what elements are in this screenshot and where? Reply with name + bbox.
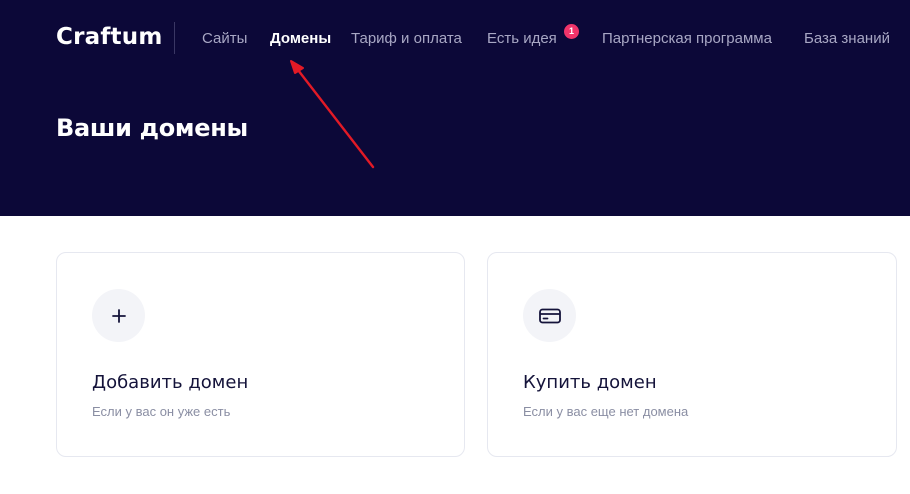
- add-domain-card[interactable]: Добавить домен Если у вас он уже есть: [56, 252, 465, 457]
- logo[interactable]: Craftum: [56, 24, 162, 50]
- page-title: Ваши домены: [56, 114, 248, 142]
- add-domain-title: Добавить домен: [92, 372, 249, 393]
- credit-card-icon: [538, 308, 561, 323]
- nav-item-partner[interactable]: Партнерская программа: [602, 30, 772, 50]
- buy-domain-title: Купить домен: [523, 372, 657, 393]
- nav-item-knowledge-base[interactable]: База знаний: [804, 30, 890, 50]
- nav-item-ideas[interactable]: Есть идея: [487, 30, 557, 50]
- add-domain-subtitle: Если у вас он уже есть: [92, 404, 231, 419]
- nav-item-billing[interactable]: Тариф и оплата: [351, 30, 462, 50]
- buy-domain-subtitle: Если у вас еще нет домена: [523, 404, 689, 419]
- header-divider: [174, 22, 175, 54]
- nav-item-sites[interactable]: Сайты: [202, 30, 247, 50]
- ideas-badge: 1: [564, 24, 579, 39]
- buy-domain-icon-circle: [523, 289, 576, 342]
- header: Craftum Сайты Домены Тариф и оплата Есть…: [0, 0, 910, 216]
- nav-item-domains[interactable]: Домены: [270, 30, 331, 50]
- buy-domain-card[interactable]: Купить домен Если у вас еще нет домена: [487, 252, 897, 457]
- plus-icon: [111, 308, 126, 323]
- add-domain-icon-circle: [92, 289, 145, 342]
